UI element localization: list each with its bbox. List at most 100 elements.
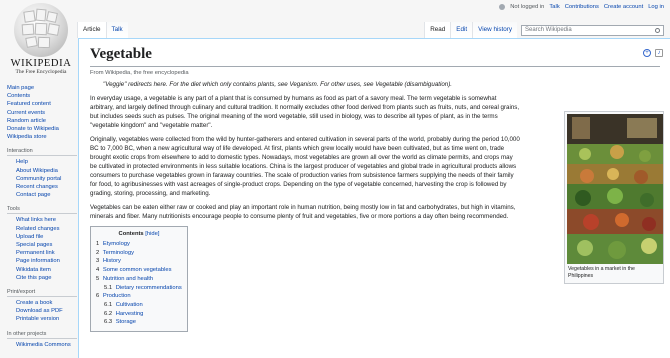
sidebar-interaction: Interaction Help About Wikipedia Communi… (7, 148, 77, 199)
toc-item-label[interactable]: Etymology (103, 241, 130, 247)
talk-link[interactable]: Talk (549, 4, 559, 10)
toc-item-label[interactable]: Nutrition and health (103, 276, 153, 282)
toc-list: 1 Etymology 2 Terminology 3 History 4 Some … (96, 240, 182, 327)
sidebar-item-download-pdf[interactable]: Download as PDF (7, 307, 77, 315)
toc-item[interactable]: 6.2 Harvesting (96, 310, 182, 319)
title-indicators: + ♪ (643, 49, 663, 57)
page-title: Vegetable (90, 46, 660, 67)
toc-item[interactable]: 2 Terminology (96, 249, 182, 258)
sidebar-item-contact[interactable]: Contact page (7, 191, 77, 199)
hatnote: "Veggie" redirects here. For the diet wh… (103, 81, 453, 88)
paragraph-3: Vegetables can be eaten either raw or co… (90, 204, 516, 220)
tab-article[interactable]: Article (77, 22, 106, 38)
toc-item-label[interactable]: Some common vegetables (103, 267, 172, 273)
toc-item[interactable]: 5.1 Dietary recommendations (96, 284, 182, 293)
article-content: + ♪ Vegetable From Wikipedia, the free e… (78, 38, 670, 358)
paragraph-2: Originally, vegetables were collected fr… (90, 136, 520, 197)
thumbnail-caption: Vegetables in a market in the Philippine… (568, 266, 635, 279)
sidebar-item-featured-content[interactable]: Featured content (7, 100, 77, 108)
logo-wordmark: WIKIPEDIA (10, 58, 72, 69)
toc-item-label[interactable]: Dietary recommendations (116, 285, 182, 291)
search-placeholder: Search Wikipedia (525, 27, 572, 33)
sidebar: Main page Contents Featured content Curr… (7, 84, 77, 356)
toc-item[interactable]: 4 Some common vegetables (96, 266, 182, 275)
sidebar-item-store[interactable]: Wikipedia store (7, 133, 77, 141)
sidebar-item-community-portal[interactable]: Community portal (7, 175, 77, 183)
tab-view-history[interactable]: View history (472, 22, 517, 38)
sidebar-item-cite-page[interactable]: Cite this page (7, 274, 77, 282)
sidebar-item-what-links-here[interactable]: What links here (7, 216, 77, 224)
listen-icon[interactable]: ♪ (655, 49, 663, 57)
good-article-icon[interactable]: + (643, 49, 651, 57)
tab-talk[interactable]: Talk (105, 22, 128, 38)
namespace-tabs: Article Talk (77, 22, 128, 38)
sidebar-tools: Tools What links here Related changes Up… (7, 206, 77, 282)
toc-item-label[interactable]: History (103, 258, 121, 264)
sidebar-print: Print/export Create a book Download as P… (7, 289, 77, 324)
sidebar-section-title: In other projects (7, 331, 77, 339)
toc-item[interactable]: 6.1 Cultivation (96, 301, 182, 310)
sidebar-item-main-page[interactable]: Main page (7, 84, 77, 92)
toc-item-label[interactable]: Terminology (103, 250, 134, 256)
toc-item-label[interactable]: Storage (116, 319, 136, 325)
toc-item-number: 1 (96, 241, 100, 247)
sidebar-item-recent-changes[interactable]: Recent changes (7, 183, 77, 191)
sidebar-item-page-information[interactable]: Page information (7, 257, 77, 265)
toc-item-number: 6.1 (104, 301, 113, 308)
sidebar-section-title: Print/export (7, 289, 77, 298)
toc-item-number: 2 (96, 249, 100, 256)
toc-item-number: 3 (96, 258, 100, 265)
not-logged-in-text: Not logged in (510, 4, 545, 10)
toc-item[interactable]: 3 History (96, 257, 182, 266)
sidebar-other-projects: In other projects Wikimedia Commons (7, 331, 77, 349)
tab-edit[interactable]: Edit (450, 22, 473, 38)
sidebar-item-help[interactable]: Help (7, 158, 77, 166)
toc-item-number: 6.3 (104, 319, 113, 326)
create-account-link[interactable]: Create account (604, 4, 643, 10)
sidebar-navigation: Main page Contents Featured content Curr… (7, 84, 77, 141)
logo-tagline: The Free Encyclopedia (15, 69, 67, 75)
sidebar-item-contents[interactable]: Contents (7, 92, 77, 100)
toc-hide-toggle[interactable]: [hide] (145, 231, 159, 237)
sidebar-item-current-events[interactable]: Current events (7, 109, 77, 117)
sidebar-item-permanent-link[interactable]: Permanent link (7, 249, 77, 257)
search-icon[interactable] (655, 27, 660, 33)
tab-read[interactable]: Read (424, 22, 451, 38)
site-subtitle: From Wikipedia, the free encyclopedia (90, 70, 189, 76)
sidebar-item-special-pages[interactable]: Special pages (7, 241, 77, 249)
toc-item-label[interactable]: Production (103, 293, 131, 299)
sidebar-item-commons[interactable]: Wikimedia Commons (7, 341, 77, 349)
sidebar-item-random-article[interactable]: Random article (7, 117, 77, 125)
toc-item-number: 6.2 (104, 310, 113, 317)
toc-item-label[interactable]: Harvesting (116, 311, 144, 317)
user-icon (499, 4, 506, 10)
toc-item[interactable]: 1 Etymology (96, 240, 182, 249)
toc-item-number: 5.1 (104, 284, 113, 291)
sidebar-item-upload-file[interactable]: Upload file (7, 233, 77, 241)
toc-item-label[interactable]: Cultivation (116, 302, 143, 308)
sidebar-item-about[interactable]: About Wikipedia (7, 167, 77, 175)
sidebar-section-title: Interaction (7, 148, 77, 157)
login-link[interactable]: Log in (648, 4, 664, 10)
vegetable-market-image[interactable] (567, 114, 663, 264)
toc-item[interactable]: 5 Nutrition and health (96, 275, 182, 284)
search-input[interactable]: Search Wikipedia (521, 24, 664, 36)
sidebar-item-wikidata-item[interactable]: Wikidata item (7, 266, 77, 274)
sidebar-item-donate[interactable]: Donate to Wikipedia (7, 125, 77, 133)
view-tabs: Read Edit View history Search Wikipedia (424, 22, 664, 38)
sidebar-section-title: Tools (7, 206, 77, 215)
contributions-link[interactable]: Contributions (565, 4, 599, 10)
toc-item-number: 4 (96, 267, 100, 274)
wikipedia-logo[interactable]: WIKIPEDIA The Free Encyclopedia (0, 0, 82, 80)
paragraph-1: In everyday usage, a vegetable is any pa… (90, 95, 520, 129)
sidebar-item-create-book[interactable]: Create a book (7, 299, 77, 307)
toc-item[interactable]: 6 Production (96, 292, 182, 301)
globe-icon (14, 3, 68, 57)
sidebar-item-printable-version[interactable]: Printable version (7, 315, 77, 323)
personal-tools: Not logged in Talk Contributions Create … (499, 4, 664, 10)
toc-item[interactable]: 6.3 Storage (96, 318, 182, 327)
toc-header: Contents [hide] (96, 231, 182, 237)
toc-item-number: 5 (96, 275, 100, 282)
thumbnail-figure: Vegetables in a market in the Philippine… (564, 111, 664, 284)
sidebar-item-related-changes[interactable]: Related changes (7, 225, 77, 233)
